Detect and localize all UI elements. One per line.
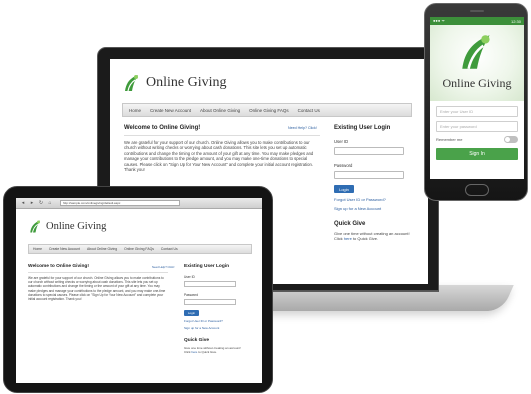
nav-faqs[interactable]: Online Giving FAQs xyxy=(249,108,289,113)
nav-create-account[interactable]: Create New Account xyxy=(150,108,191,113)
tablet: ◂ ▸ ↻ ⌂ http://sample.com/onlinegiving/d… xyxy=(3,186,273,393)
back-arrow-icon[interactable]: ◂ xyxy=(20,200,26,206)
phone-speaker xyxy=(470,10,484,12)
phone-password-input[interactable]: Enter your password xyxy=(436,121,518,132)
password-label: Password xyxy=(334,163,353,168)
forward-arrow-icon[interactable]: ▸ xyxy=(29,200,35,206)
quick-give-link[interactable]: here xyxy=(191,350,197,354)
logo-text: Online Giving xyxy=(146,75,227,90)
reload-icon[interactable]: ↻ xyxy=(38,200,44,206)
nav-faqs[interactable]: Online Giving FAQs xyxy=(124,247,154,251)
help-link[interactable]: Need Help? Click! xyxy=(152,265,174,269)
help-link[interactable]: Need Help? Click! xyxy=(288,126,317,130)
phone-user-id-input[interactable]: Enter your User ID xyxy=(436,106,518,117)
quick-give-click: Click xyxy=(184,350,191,354)
login-heading: Existing User Login xyxy=(334,125,391,131)
nav-create-account[interactable]: Create New Account xyxy=(49,247,80,251)
address-bar[interactable]: http://sample.com/onlinegiving/default.a… xyxy=(60,200,180,206)
user-id-label: User ID xyxy=(334,139,349,144)
hand-leaf-logo-icon xyxy=(30,220,40,233)
password-input[interactable] xyxy=(334,171,404,179)
phone-logo-area: Online Giving xyxy=(430,25,524,101)
laptop-logo[interactable]: Online Giving xyxy=(122,73,227,93)
home-icon[interactable]: ⌂ xyxy=(47,200,53,206)
quick-give-outro: to Quick Give. xyxy=(198,350,218,354)
logo-text: Online Giving xyxy=(442,76,512,90)
signup-link[interactable]: Sign up for a New Account xyxy=(334,206,422,211)
nav-about[interactable]: About Online Giving xyxy=(200,108,240,113)
sign-in-button[interactable]: Sign In xyxy=(436,148,518,160)
quick-give-click: Click xyxy=(334,236,343,241)
welcome-heading: Welcome to Online Giving! xyxy=(28,264,89,269)
remember-me-label: Remember me xyxy=(436,137,463,142)
logo-text: Online Giving xyxy=(46,221,107,232)
hand-leaf-logo-icon xyxy=(462,35,490,70)
device-mockup-stage: Online Giving Home Create New Account Ab… xyxy=(0,0,531,394)
login-panel: Existing User Login User ID Password Log… xyxy=(184,264,252,354)
browser-toolbar: ◂ ▸ ↻ ⌂ http://sample.com/onlinegiving/d… xyxy=(16,198,262,209)
login-heading: Existing User Login xyxy=(184,264,230,269)
welcome-paragraph: We are grateful for your support of our … xyxy=(124,140,314,173)
password-input[interactable] xyxy=(184,299,236,305)
quick-give-link[interactable]: here xyxy=(344,236,352,241)
login-panel: Existing User Login User ID Password Log… xyxy=(334,125,422,241)
welcome-section: Welcome to Online Giving! Need Help? Cli… xyxy=(124,125,320,172)
smartphone: ●●● ᯤ 12:30 Online Giving Enter your Use… xyxy=(424,3,528,201)
quick-give-heading: Quick Give xyxy=(334,221,366,227)
divider xyxy=(28,272,168,273)
phone-screen: ●●● ᯤ 12:30 Online Giving Enter your Use… xyxy=(430,17,524,179)
main-nav: Home Create New Account About Online Giv… xyxy=(122,103,412,117)
status-bar: ●●● ᯤ 12:30 xyxy=(430,17,524,25)
user-id-input[interactable] xyxy=(184,281,236,287)
quick-give-outro: to Quick Give. xyxy=(352,236,379,241)
signup-link[interactable]: Sign up for a New Account xyxy=(184,326,252,330)
welcome-paragraph: We are grateful for your support of our … xyxy=(28,276,166,302)
login-button[interactable]: Login xyxy=(334,185,354,193)
divider xyxy=(124,135,320,136)
nav-home[interactable]: Home xyxy=(129,108,141,113)
clock: 12:30 xyxy=(510,18,521,24)
phone-login-form: Enter your User ID Enter your password R… xyxy=(430,101,524,160)
nav-contact[interactable]: Contact Us xyxy=(161,247,178,251)
password-label: Password xyxy=(184,293,198,297)
nav-contact[interactable]: Contact Us xyxy=(298,108,320,113)
forgot-link[interactable]: Forgot User ID or Password? xyxy=(334,197,422,202)
user-id-input[interactable] xyxy=(334,147,404,155)
login-button[interactable]: Login xyxy=(184,310,199,316)
remember-me-toggle[interactable] xyxy=(504,136,518,143)
forgot-link[interactable]: Forgot User ID or Password? xyxy=(184,319,252,323)
nav-about[interactable]: About Online Giving xyxy=(87,247,117,251)
user-id-label: User ID xyxy=(184,275,195,279)
quick-give-heading: Quick Give xyxy=(184,338,210,343)
signal-status: ●●● ᯤ xyxy=(433,18,446,23)
main-nav: Home Create New Account About Online Giv… xyxy=(28,244,252,254)
nav-home[interactable]: Home xyxy=(33,247,42,251)
remember-me-row: Remember me xyxy=(436,136,518,143)
quick-give-text: Give one time without creating an accoun… xyxy=(334,231,422,241)
quick-give-text: Give one time without creating an accoun… xyxy=(184,346,252,354)
home-button[interactable] xyxy=(465,184,489,196)
tablet-logo[interactable]: Online Giving xyxy=(28,219,106,234)
hand-leaf-logo-icon xyxy=(125,75,138,92)
tablet-screen: ◂ ▸ ↻ ⌂ http://sample.com/onlinegiving/d… xyxy=(16,198,262,383)
welcome-section: Welcome to Online Giving! Need Help? Cli… xyxy=(28,264,174,302)
